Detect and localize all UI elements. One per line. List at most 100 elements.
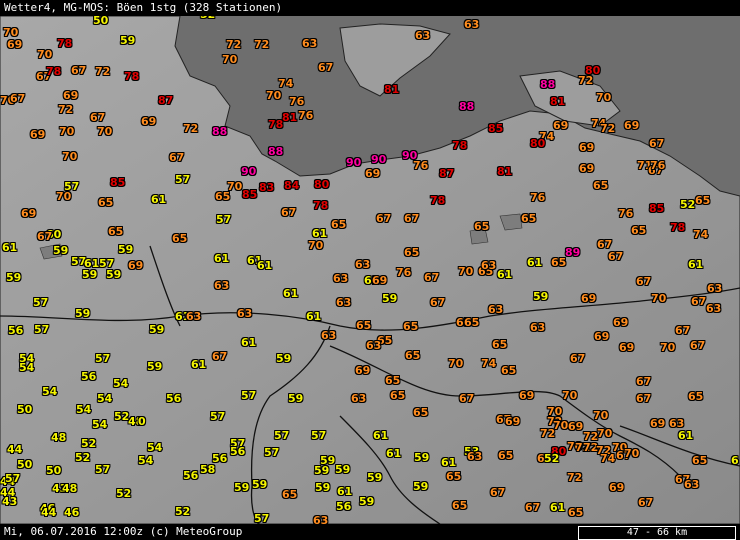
station-value: 52 [81,437,97,450]
station-value: 54 [113,377,129,390]
station-value: 72 [95,65,111,78]
station-value: 85 [242,188,258,201]
station-value: 54 [76,403,92,416]
station-value: 56 [230,445,246,458]
station-value: 46 [64,506,80,519]
station-value: 63 [706,302,722,315]
station-value: 72 [540,427,556,440]
station-value: 63 [669,417,685,430]
station-value: 69 [30,128,46,141]
station-value: 70 [458,265,474,278]
station-value: 65 [492,338,508,351]
station-value: 61 [337,485,353,498]
station-value: 65 [108,225,124,238]
station-value: 57 [254,512,270,525]
station-value: 69 [372,274,388,287]
station-value: 63 [464,18,480,31]
station-value: 78 [124,70,140,83]
station-value: 43 [2,495,18,508]
station-value: 90 [346,156,362,169]
station-value: 63 [237,307,253,320]
station-value: 63 [214,279,230,292]
station-value: 70 [37,48,53,61]
station-value: 72 [254,38,270,51]
station-value: 58 [200,463,216,476]
station-value: 52 [175,505,191,518]
station-value: 67 [376,212,392,225]
station-value: 70 [651,292,667,305]
station-value: 78 [670,221,686,234]
station-value: 78 [57,37,73,50]
station-value: 59 [234,481,250,494]
station-value: 65 [688,390,704,403]
station-value: 59 [359,495,375,508]
station-value: 44 [7,443,23,456]
station-value: 57 [33,296,49,309]
station-value: 65 [390,389,406,402]
station-value: 52 [680,198,696,211]
station-value: 78 [430,194,446,207]
station-value: 87 [158,94,174,107]
station-value: 65 [404,246,420,259]
station-value: 74 [278,77,294,90]
station-value: 57 [311,429,327,442]
station-value: 59 [413,480,429,493]
station-value: 81 [550,95,566,108]
station-value: 59 [252,478,268,491]
station-value: 52 [75,451,91,464]
station-value: 61 [441,456,457,469]
station-value: 65 [356,319,372,332]
station-value: 57 [175,173,191,186]
station-value: 67 [597,238,613,251]
station-value: 65 [413,406,429,419]
station-value: 63 [684,478,700,491]
station-value: 48 [62,482,78,495]
station-value: 59 [314,464,330,477]
station-value: 67 [318,61,334,74]
station-value: 72 [578,74,594,87]
station-value: 67 [212,350,228,363]
station-value: 67 [691,295,707,308]
station-value: 78 [313,199,329,212]
station-value: 85 [488,122,504,135]
station-value: 50 [46,464,62,477]
station-value: 72 [183,122,199,135]
station-value: 69 [505,415,521,428]
station-value: 67 [430,296,446,309]
station-value: 65 [172,232,188,245]
station-value: 78 [452,139,468,152]
station-value: 65 [464,316,480,329]
station-value: 50 [17,458,33,471]
station-value: 69 [624,119,640,132]
station-value: 69 [355,364,371,377]
station-value: 78 [268,118,284,131]
station-value: 59 [315,481,331,494]
station-value: 63 [336,296,352,309]
station-value: 74 [481,357,497,370]
station-value: 54 [138,454,154,467]
station-value: 54 [42,385,58,398]
map-frame: 70 50 52 69 78 59 72 72 63 63 63 70 70 67 80 67 78 67 72 78… [0,0,740,540]
station-value: 61 [497,268,513,281]
station-value: 80 [530,137,546,150]
station-value: 59 [414,451,430,464]
station-value: 59 [106,268,122,281]
station-value: 74 [693,228,709,241]
station-value: 90 [241,165,257,178]
station-value: 69 [553,119,569,132]
station-value: 65 [695,194,711,207]
station-value: 70 [562,389,578,402]
station-value: 57 [95,352,111,365]
station-value: 61 [678,429,694,442]
station-value: 63 [488,303,504,316]
station-value: 6 [731,454,739,467]
station-value: 70 [59,125,75,138]
station-value: 67 [459,392,475,405]
station-value: 63 [351,392,367,405]
station-value: 61 [151,193,167,206]
station-value: 59 [120,34,136,47]
station-value: 69 [568,420,584,433]
station-value: 69 [579,141,595,154]
station-value: 87 [439,167,455,180]
station-value: 74 [600,452,616,465]
